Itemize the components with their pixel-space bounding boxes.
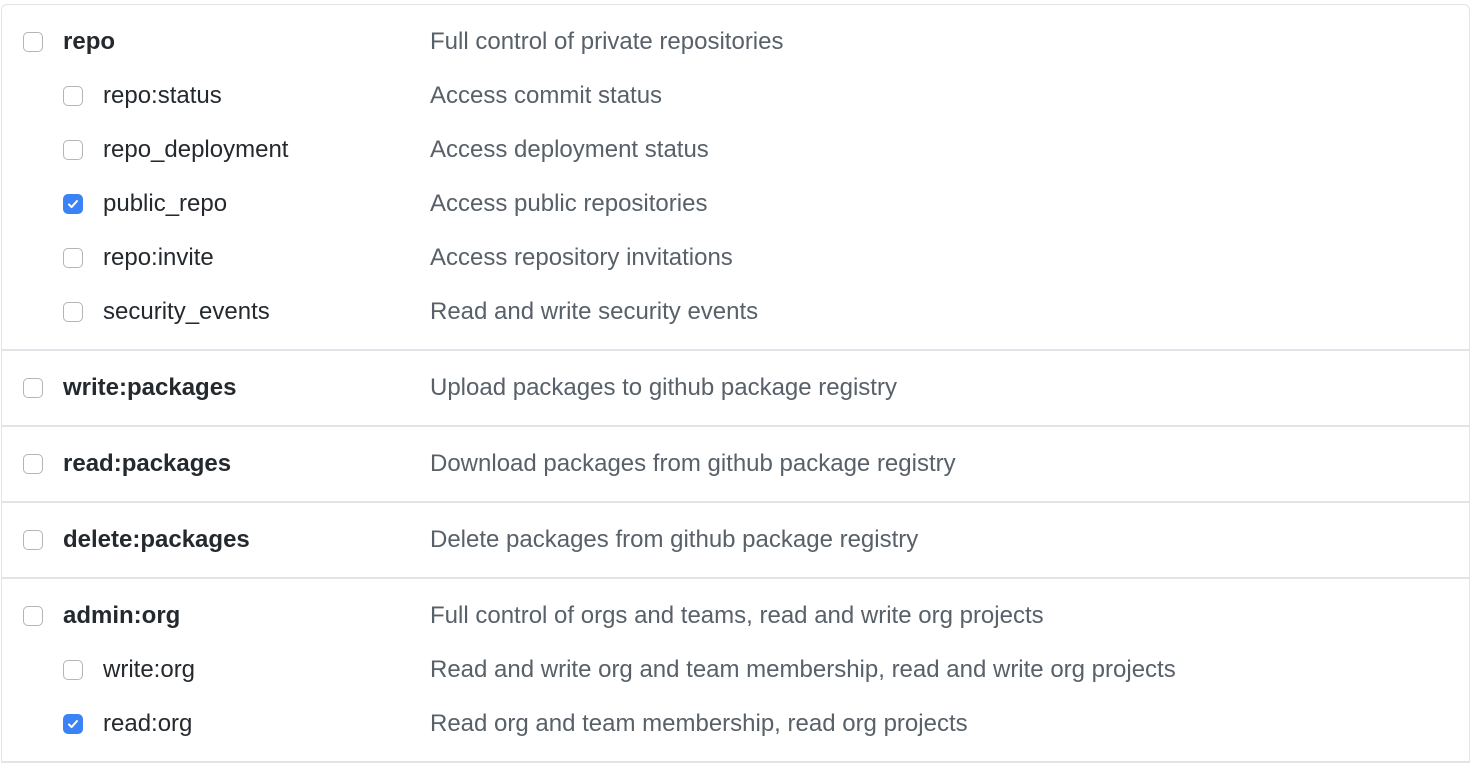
scope-row: repo:status Access commit status: [2, 69, 1469, 123]
checkbox-admin-org[interactable]: [23, 606, 43, 626]
scope-name[interactable]: public_repo: [103, 190, 227, 218]
scope-row: repo Full control of private repositories: [2, 15, 1469, 69]
scope-row: security_events Read and write security e…: [2, 285, 1469, 339]
scope-name[interactable]: delete:packages: [63, 526, 250, 554]
scope-row: write:packages Upload packages to github …: [2, 361, 1469, 415]
scope-description: Full control of orgs and teams, read and…: [430, 602, 1044, 629]
scope-name[interactable]: admin:org: [63, 602, 180, 630]
scope-row: admin:org Full control of orgs and teams,…: [2, 589, 1469, 643]
checkbox-write-packages[interactable]: [23, 378, 43, 398]
scope-description: Download packages from github package re…: [430, 450, 956, 477]
checkbox-repo-invite[interactable]: [63, 248, 83, 268]
check-icon: [68, 720, 78, 729]
scope-row: repo_deployment Access deployment status: [2, 123, 1469, 177]
scope-description: Access deployment status: [430, 136, 709, 163]
scope-description: Delete packages from github package regi…: [430, 526, 919, 553]
scope-row: delete:packages Delete packages from gith…: [2, 513, 1469, 567]
scope-name[interactable]: read:org: [103, 710, 192, 738]
scope-row: read:packages Download packages from gith…: [2, 437, 1469, 491]
scope-group: admin:org Full control of orgs and teams,…: [2, 579, 1469, 763]
checkbox-security-events[interactable]: [63, 302, 83, 322]
checkbox-public-repo[interactable]: [63, 194, 83, 214]
checkbox-delete-packages[interactable]: [23, 530, 43, 550]
scope-description: Access commit status: [430, 82, 663, 109]
checkbox-read-org[interactable]: [63, 714, 83, 734]
scope-row: public_repo Access public repositories: [2, 177, 1469, 231]
scope-group: write:packages Upload packages to github …: [2, 351, 1469, 427]
scope-name[interactable]: security_events: [103, 298, 270, 326]
scope-group: read:packages Download packages from gith…: [2, 427, 1469, 503]
check-icon: [68, 200, 78, 209]
scope-group: repo Full control of private repositories…: [2, 5, 1469, 351]
scope-name[interactable]: repo_deployment: [103, 136, 288, 164]
scope-row: repo:invite Access repository invitations: [2, 231, 1469, 285]
scope-description: Read and write security events: [430, 298, 759, 325]
scope-description: Upload packages to github package regist…: [430, 374, 897, 401]
checkbox-write-org[interactable]: [63, 660, 83, 680]
checkbox-repo-status[interactable]: [63, 86, 83, 106]
scope-description: Read org and team membership, read org p…: [430, 710, 968, 737]
checkbox-repo[interactable]: [23, 32, 43, 52]
scope-description: Access public repositories: [430, 190, 708, 217]
scope-name[interactable]: read:packages: [63, 450, 231, 478]
scope-row: read:org Read org and team membership, re…: [2, 697, 1469, 751]
scope-description: Access repository invitations: [430, 244, 733, 271]
checkbox-repo-deployment[interactable]: [63, 140, 83, 160]
scope-name[interactable]: repo:status: [103, 82, 222, 110]
scope-name[interactable]: repo: [63, 28, 115, 56]
scope-name[interactable]: write:packages: [63, 374, 236, 402]
scope-row: write:org Read and write org and team mem…: [2, 643, 1469, 697]
checkbox-read-packages[interactable]: [23, 454, 43, 474]
scope-group: delete:packages Delete packages from gith…: [2, 503, 1469, 579]
scopes-list: repo Full control of private repositories…: [1, 4, 1470, 763]
scope-description: Read and write org and team membership, …: [430, 656, 1176, 683]
scope-description: Full control of private repositories: [430, 28, 784, 55]
scope-name[interactable]: repo:invite: [103, 244, 214, 272]
scope-name[interactable]: write:org: [103, 656, 195, 684]
